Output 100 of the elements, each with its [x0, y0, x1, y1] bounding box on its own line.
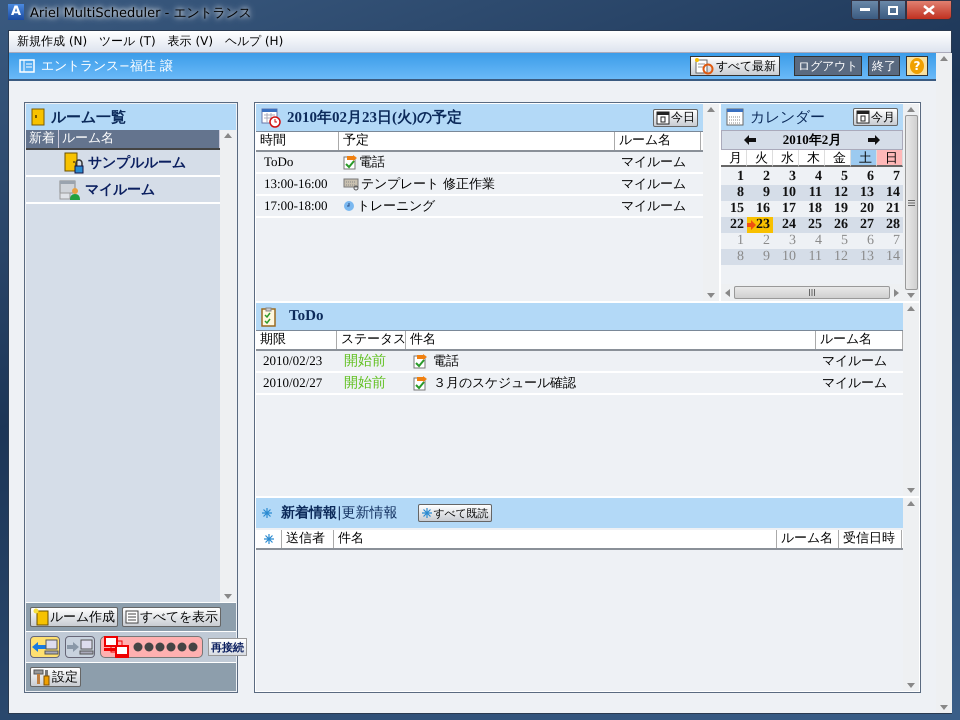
scrollbar-thumb[interactable] — [904, 115, 918, 290]
calendar-day[interactable]: 26 — [825, 217, 851, 233]
calendar-day[interactable]: 11 — [799, 185, 825, 201]
table-cell-text: マイルーム — [620, 176, 687, 193]
column-header[interactable]: 受信日時 — [839, 530, 902, 548]
next-month-button[interactable] — [867, 134, 882, 146]
scrollbar[interactable] — [220, 130, 236, 602]
scroll-up-icon[interactable] — [907, 107, 915, 112]
calendar-day[interactable]: 2 — [747, 169, 773, 185]
menu-item[interactable]: 新規作成 (N) — [11, 33, 94, 50]
mark-all-read-button[interactable]: すべて既読 — [418, 504, 492, 522]
calendar-day[interactable]: 13 — [851, 185, 877, 201]
weekday-label: 日 — [877, 150, 903, 167]
column-header[interactable]: 予定 — [339, 132, 615, 150]
column-header[interactable]: 時間 — [256, 132, 339, 150]
calendar-day[interactable]: 18 — [799, 201, 825, 217]
column-header[interactable]: ルーム名 — [615, 132, 701, 150]
asterisk-icon — [262, 533, 274, 545]
close-icon — [923, 5, 935, 15]
today-button[interactable]: 今日 — [653, 108, 698, 126]
calendar-day[interactable]: 14 — [877, 185, 903, 201]
action-button[interactable]: ルーム作成 — [30, 607, 118, 627]
column-header[interactable]: ルーム名 — [777, 530, 839, 548]
calendar-day[interactable]: 3 — [773, 169, 799, 185]
this-month-button[interactable]: 今月 — [853, 108, 898, 126]
scroll-up-icon[interactable] — [907, 306, 915, 311]
menu-item[interactable]: ヘルプ (H) — [219, 33, 290, 50]
table-cell-text: 電話 — [433, 353, 459, 370]
settings-button[interactable]: 設定 — [30, 667, 81, 687]
column-header[interactable]: 件名 — [334, 530, 777, 548]
panel-title: 2010年02月23日(火)の予定 — [287, 108, 462, 127]
calendar-day[interactable]: 23 — [747, 217, 773, 233]
calendar-day[interactable]: 9 — [747, 185, 773, 201]
panel-title: ルーム一覧 — [51, 108, 126, 126]
asterisk-icon — [420, 507, 433, 519]
calendar-day[interactable]: 24 — [773, 217, 799, 233]
calendar-day[interactable]: 15 — [721, 201, 747, 217]
sync-button[interactable] — [65, 636, 95, 658]
menu-item[interactable]: 表示 (V) — [162, 33, 220, 50]
table-cell-text: テンプレート 修正作業 — [361, 176, 496, 193]
scroll-down-icon[interactable] — [707, 293, 715, 298]
scroll-up-icon[interactable] — [907, 501, 915, 506]
room-item[interactable]: サンプルルーム — [26, 150, 220, 177]
calendar-day[interactable]: 7 — [877, 169, 903, 185]
calendar-day[interactable]: 28 — [877, 217, 903, 233]
list-icon — [125, 610, 139, 624]
left-arrow-icon — [742, 134, 757, 146]
calendar-day[interactable]: 20 — [851, 201, 877, 217]
sync-button[interactable] — [30, 636, 60, 658]
table-cell-text: 電話 — [359, 154, 385, 171]
column-header[interactable]: 件名 — [406, 331, 816, 349]
maximize-button[interactable] — [879, 0, 906, 20]
weekday-label: 金 — [825, 150, 851, 167]
calendar-day[interactable]: 27 — [851, 217, 877, 233]
scrollbar-thumb[interactable] — [734, 286, 890, 299]
action-button[interactable]: すべてを表示 — [122, 607, 221, 627]
scroll-left-icon[interactable] — [725, 288, 730, 296]
reconnect-button[interactable]: 再接続 — [208, 638, 247, 656]
table-cell-text: ToDo — [263, 154, 294, 170]
calendar-day[interactable]: 10 — [773, 185, 799, 201]
menu-item[interactable]: ツール (T) — [93, 33, 162, 50]
column-header[interactable]: 新着 — [26, 130, 59, 148]
close-button[interactable] — [906, 0, 952, 20]
calendar-day[interactable]: 17 — [773, 201, 799, 217]
calendar-day[interactable]: 12 — [825, 185, 851, 201]
scroll-down-icon[interactable] — [224, 594, 232, 599]
calendar-day[interactable]: 5 — [825, 169, 851, 185]
column-header[interactable]: ステータス — [337, 331, 406, 349]
calendar-day[interactable]: 25 — [799, 217, 825, 233]
scroll-right-icon[interactable] — [894, 288, 899, 296]
calendar-day[interactable]: 19 — [825, 201, 851, 217]
scrollbar[interactable] — [903, 104, 919, 301]
scroll-up-icon[interactable] — [707, 107, 715, 112]
calendar-day[interactable]: 22 — [721, 217, 747, 233]
scroll-up-icon[interactable] — [224, 133, 232, 138]
scroll-down-icon[interactable] — [907, 488, 915, 493]
column-header[interactable]: 送信者 — [282, 530, 334, 548]
previous-month-button[interactable] — [742, 134, 757, 146]
scroll-down-icon[interactable] — [907, 293, 915, 298]
scroll-down-icon[interactable] — [940, 705, 948, 710]
calendar-day[interactable]: 6 — [851, 169, 877, 185]
calendar-day[interactable]: 1 — [721, 169, 747, 185]
scroll-up-icon[interactable] — [940, 56, 948, 61]
grip-icon — [808, 289, 816, 296]
room-item[interactable]: マイルーム — [26, 177, 220, 204]
minimize-button[interactable] — [851, 0, 879, 20]
weekday-label: 水 — [773, 150, 799, 167]
header-button[interactable]: ログアウト — [794, 56, 862, 76]
calendar-day[interactable]: 16 — [747, 201, 773, 217]
panel-title: 新着情報|更新情報 — [281, 504, 398, 522]
grip-icon — [908, 200, 914, 206]
header-button[interactable]: 終了 — [868, 56, 900, 76]
column-header[interactable]: 期限 — [256, 331, 337, 349]
app-logo: A — [8, 4, 24, 20]
door-lock-icon — [64, 152, 84, 174]
refresh-all-button[interactable]: すべて最新 — [690, 56, 780, 76]
calendar-day[interactable]: 21 — [877, 201, 903, 217]
calendar-day[interactable]: 4 — [799, 169, 825, 185]
calendar-day[interactable]: 8 — [721, 185, 747, 201]
scroll-down-icon[interactable] — [907, 683, 915, 688]
